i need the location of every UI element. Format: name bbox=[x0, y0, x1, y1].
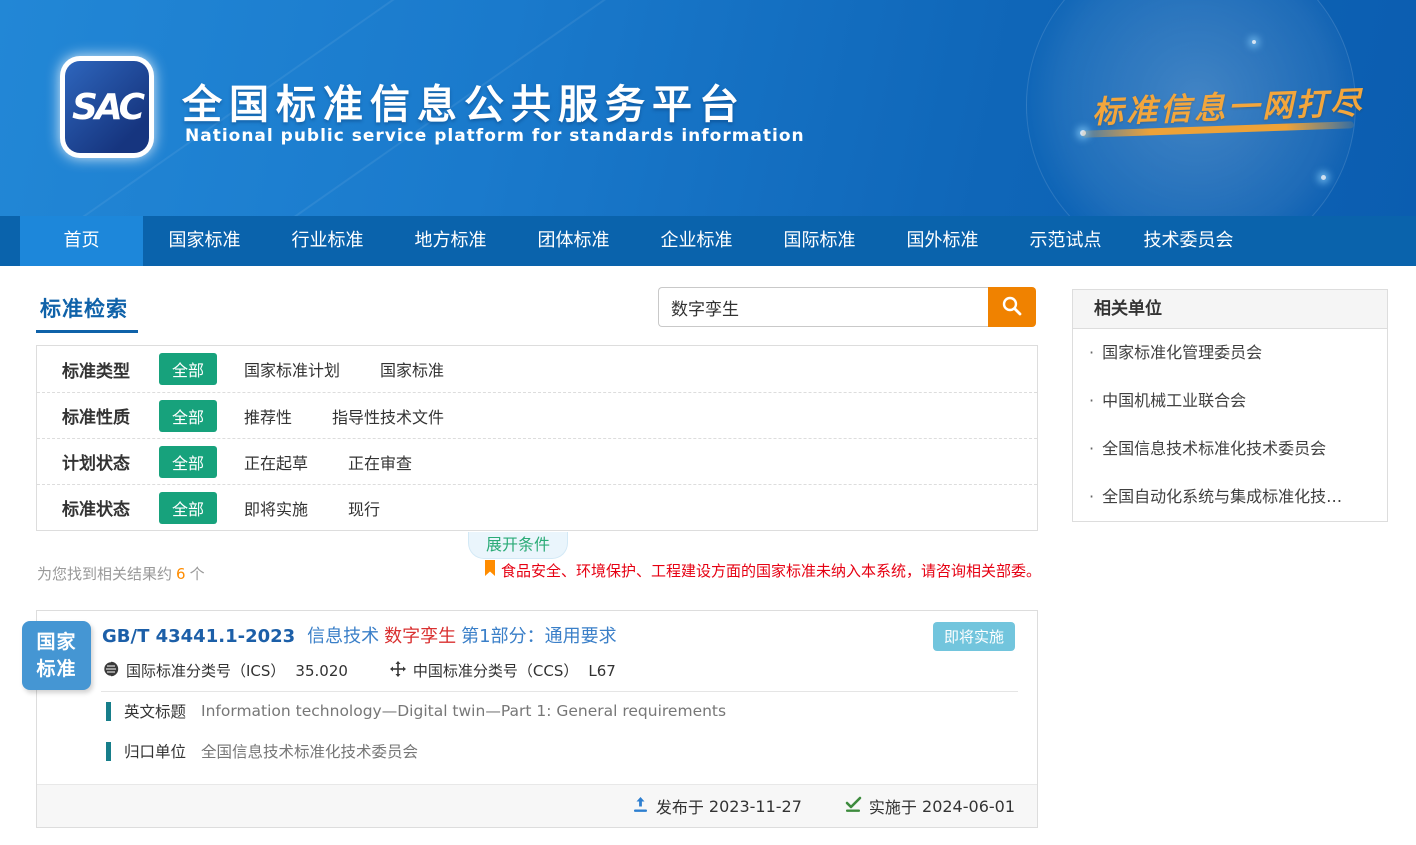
filter-box: 标准类型 全部 国家标准计划 国家标准 标准性质 全部 推荐性 指导性技术文件 … bbox=[36, 345, 1038, 531]
search-icon bbox=[1001, 295, 1023, 320]
section-title-underline bbox=[36, 330, 138, 333]
status-badge-upcoming: 即将实施 bbox=[933, 622, 1015, 651]
result-count-suffix: 个 bbox=[190, 565, 205, 583]
filter-row-standard-type: 标准类型 全部 国家标准计划 国家标准 bbox=[37, 346, 1037, 392]
nav-tab-foreign-standards[interactable]: 国外标准 bbox=[881, 216, 1004, 266]
section-title-standard-search: 标准检索 bbox=[40, 293, 128, 323]
card-footer: 发布于 2023-11-27 实施于 2024-06-01 bbox=[37, 784, 1037, 827]
competent-unit-row: 归口单位 全国信息技术标准化技术委员会 bbox=[106, 740, 418, 762]
teal-bar-decor bbox=[106, 702, 111, 721]
sidebar-related-units: 相关单位 国家标准化管理委员会 中国机械工业联合会 全国信息技术标准化技术委员会… bbox=[1072, 289, 1388, 522]
bookmark-icon bbox=[484, 560, 501, 581]
ics-label: 国际标准分类号（ICS） bbox=[126, 660, 285, 681]
publish-label: 发布于 bbox=[656, 794, 704, 818]
site-header: SAC 全国标准信息公共服务平台 National public service… bbox=[0, 0, 1416, 216]
nav-tab-group-standards[interactable]: 团体标准 bbox=[512, 216, 635, 266]
sidebar-title: 相关单位 bbox=[1073, 290, 1387, 329]
filter-row-standard-nature: 标准性质 全部 推荐性 指导性技术文件 bbox=[37, 392, 1037, 438]
sidebar-item-it-standardization-committee[interactable]: 全国信息技术标准化技术委员会 bbox=[1073, 425, 1387, 473]
result-count-prefix: 为您找到相关结果约 bbox=[37, 565, 172, 583]
result-count-number: 6 bbox=[176, 565, 186, 583]
standard-title-highlight: 数字孪生 bbox=[384, 626, 456, 647]
competent-unit-label: 归口单位 bbox=[124, 740, 186, 762]
english-title-label: 英文标题 bbox=[124, 700, 186, 722]
ics-value: 35.020 bbox=[295, 662, 348, 680]
standard-title-part: 第1部分：通用要求 bbox=[461, 626, 616, 647]
search-input[interactable] bbox=[658, 287, 988, 327]
ccs-value: L67 bbox=[588, 662, 615, 680]
filter-label: 标准状态 bbox=[62, 495, 159, 520]
ccs-classification: 中国标准分类号（CCS） L67 bbox=[390, 660, 616, 681]
standard-title-link[interactable]: GB/T 43441.1-2023 信息技术数字孪生第1部分：通用要求 bbox=[102, 622, 617, 648]
card-divider bbox=[101, 691, 1018, 692]
competent-unit-value[interactable]: 全国信息技术标准化技术委员会 bbox=[201, 740, 418, 762]
publish-date-item: 发布于 2023-11-27 bbox=[632, 794, 802, 818]
implement-label: 实施于 bbox=[869, 794, 917, 818]
system-notice: 食品安全、环境保护、工程建设方面的国家标准未纳入本系统，请咨询相关部委。 bbox=[484, 560, 1041, 581]
filter-label: 标准类型 bbox=[62, 357, 159, 382]
result-count: 为您找到相关结果约6个 bbox=[37, 563, 205, 584]
implement-date: 2024-06-01 bbox=[922, 797, 1015, 816]
teal-bar-decor bbox=[106, 742, 111, 761]
notice-text: 食品安全、环境保护、工程建设方面的国家标准未纳入本系统，请咨询相关部委。 bbox=[501, 560, 1041, 581]
publish-date: 2023-11-27 bbox=[709, 797, 802, 816]
implement-date-item: 实施于 2024-06-01 bbox=[844, 794, 1015, 818]
filter-option[interactable]: 正在起草 bbox=[244, 450, 308, 474]
sidebar-item-sac[interactable]: 国家标准化管理委员会 bbox=[1073, 329, 1387, 377]
filter-all-badge[interactable]: 全部 bbox=[159, 353, 217, 385]
filter-all-badge[interactable]: 全部 bbox=[159, 400, 217, 432]
filter-row-standard-status: 标准状态 全部 即将实施 现行 bbox=[37, 484, 1037, 530]
search-box bbox=[658, 287, 1036, 327]
filter-all-badge[interactable]: 全部 bbox=[159, 492, 217, 524]
badge-line: 标准 bbox=[36, 656, 76, 683]
search-button[interactable] bbox=[988, 287, 1036, 327]
nav-tab-pilot-programs[interactable]: 示范试点 bbox=[1004, 216, 1127, 266]
globe-icon bbox=[103, 661, 126, 681]
expand-conditions-button[interactable]: 展开条件 bbox=[468, 532, 568, 559]
sac-logo-inner: SAC bbox=[65, 61, 149, 153]
nav-tab-international-standards[interactable]: 国际标准 bbox=[758, 216, 881, 266]
implement-check-icon bbox=[844, 796, 869, 817]
filter-label: 标准性质 bbox=[62, 403, 159, 428]
english-title-row: 英文标题 Information technology—Digital twin… bbox=[106, 700, 726, 722]
ccs-label: 中国标准分类号（CCS） bbox=[413, 660, 578, 681]
filter-option[interactable]: 指导性技术文件 bbox=[332, 404, 444, 428]
sac-logo-text: SAC bbox=[72, 87, 142, 128]
site-title: 全国标准信息公共服务平台 bbox=[182, 72, 746, 130]
publish-upload-icon bbox=[632, 796, 656, 817]
sidebar-item-automation-systems-committee[interactable]: 全国自动化系统与集成标准化技… bbox=[1073, 473, 1387, 521]
card-meta-row: 国际标准分类号（ICS） 35.020 中国标准分类号（CCS） L67 bbox=[103, 660, 658, 681]
filter-option[interactable]: 即将实施 bbox=[244, 496, 308, 520]
filter-option[interactable]: 现行 bbox=[348, 496, 380, 520]
nav-tab-national-standards[interactable]: 国家标准 bbox=[143, 216, 266, 266]
site-subtitle: National public service platform for sta… bbox=[185, 126, 805, 146]
move-arrows-icon bbox=[390, 661, 413, 681]
nav-tab-enterprise-standards[interactable]: 企业标准 bbox=[635, 216, 758, 266]
standard-code: GB/T 43441.1-2023 bbox=[102, 626, 295, 647]
globe-dot-decor bbox=[1321, 175, 1326, 180]
filter-all-badge[interactable]: 全部 bbox=[159, 446, 217, 478]
nav-tab-technical-committees[interactable]: 技术委员会 bbox=[1127, 216, 1250, 266]
standard-title-part: 信息技术 bbox=[307, 626, 379, 647]
sac-logo[interactable]: SAC bbox=[60, 56, 154, 158]
globe-dot-decor bbox=[1252, 40, 1256, 44]
filter-option[interactable]: 推荐性 bbox=[244, 404, 292, 428]
page: SAC 全国标准信息公共服务平台 National public service… bbox=[0, 0, 1416, 845]
badge-line: 国家 bbox=[36, 629, 76, 656]
filter-label: 计划状态 bbox=[62, 449, 159, 474]
main-nav: 首页 国家标准 行业标准 地方标准 团体标准 企业标准 国际标准 国外标准 示范… bbox=[0, 216, 1416, 266]
nav-tab-home[interactable]: 首页 bbox=[20, 216, 143, 266]
sidebar-item-machinery-federation[interactable]: 中国机械工业联合会 bbox=[1073, 377, 1387, 425]
ics-classification: 国际标准分类号（ICS） 35.020 bbox=[103, 660, 348, 681]
filter-option[interactable]: 国家标准计划 bbox=[244, 357, 340, 381]
nav-tab-industry-standards[interactable]: 行业标准 bbox=[266, 216, 389, 266]
filter-option[interactable]: 正在审查 bbox=[348, 450, 412, 474]
filter-row-plan-status: 计划状态 全部 正在起草 正在审查 bbox=[37, 438, 1037, 484]
english-title-value: Information technology—Digital twin—Part… bbox=[201, 702, 726, 720]
nav-tab-local-standards[interactable]: 地方标准 bbox=[389, 216, 512, 266]
filter-option[interactable]: 国家标准 bbox=[380, 357, 444, 381]
national-standard-badge[interactable]: 国家 标准 bbox=[22, 621, 91, 690]
